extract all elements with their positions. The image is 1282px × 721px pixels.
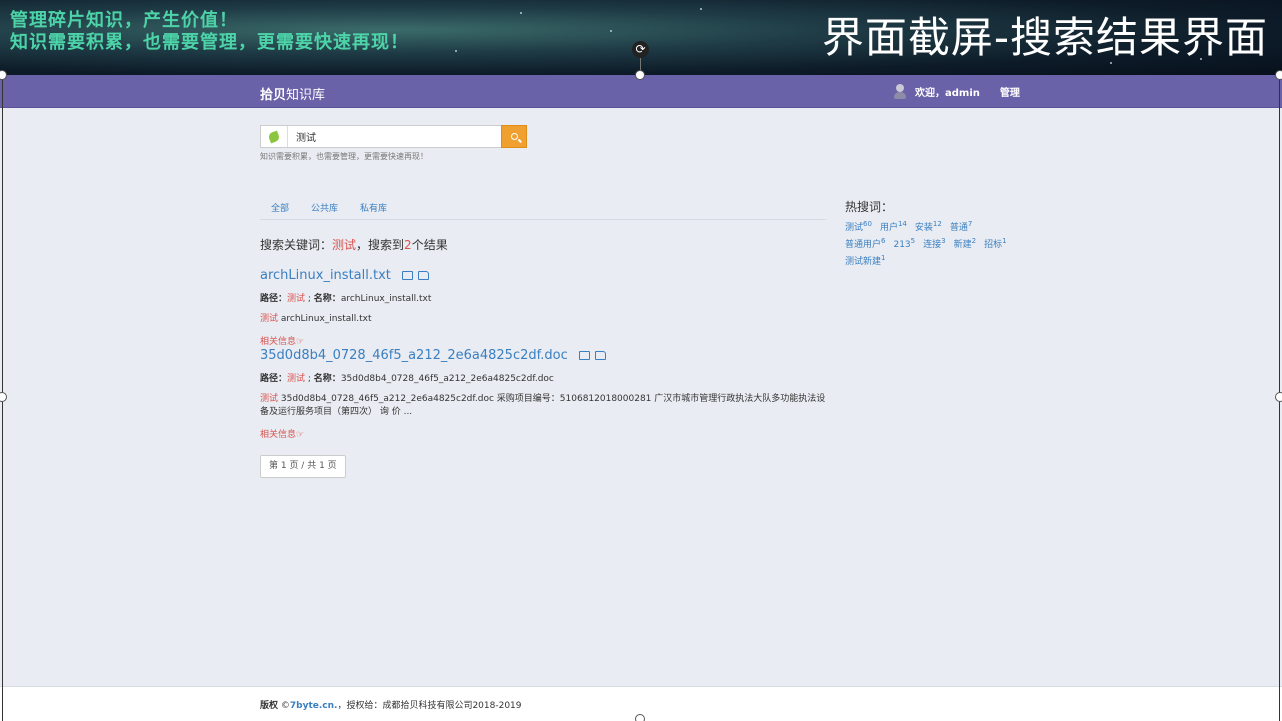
snippet-text: archLinux_install.txt bbox=[278, 314, 372, 324]
hot-word[interactable]: 新建2 bbox=[954, 237, 976, 250]
hot-word[interactable]: 测试新建1 bbox=[845, 254, 885, 267]
name-label: 名称： bbox=[313, 374, 341, 384]
path-label: 路径： bbox=[260, 374, 288, 384]
user-menu: 欢迎，admin 管理 bbox=[893, 83, 1020, 99]
site-link[interactable]: 7byte.cn. bbox=[290, 701, 338, 711]
path-label: 路径： bbox=[260, 294, 288, 304]
tab-all[interactable]: 全部 bbox=[260, 199, 300, 219]
slogan-line-2: 知识需要积累，也需要管理，更需要快速再现！ bbox=[10, 32, 409, 53]
folder-icon[interactable] bbox=[594, 351, 606, 360]
copyright-symbol: © bbox=[278, 701, 290, 711]
search-icon bbox=[510, 133, 518, 140]
hot-word[interactable]: 用户14 bbox=[880, 220, 907, 233]
copyright-label: 版权 bbox=[260, 701, 279, 711]
brand-rest: 知识库 bbox=[286, 88, 326, 103]
brand-link[interactable]: 拾贝知识库 bbox=[260, 84, 325, 103]
footer-copyright: 版权 ©7byte.cn.，授权给：成都拾贝科技有限公司2018-2019 bbox=[260, 698, 522, 711]
snippet-keyword: 测试 bbox=[260, 394, 279, 404]
path-value[interactable]: 测试 bbox=[287, 294, 305, 304]
result-item: 35d0d8b4_0728_46f5_a212_2e6a4825c2df.doc… bbox=[260, 348, 826, 440]
banner-title: 界面截屏-搜索结果界面 bbox=[821, 13, 1268, 62]
edit-icon[interactable] bbox=[578, 351, 590, 360]
resize-handle-top[interactable] bbox=[635, 70, 645, 80]
result-snippet: 测试 35d0d8b4_0728_46f5_a212_2e6a4825c2df.… bbox=[260, 393, 826, 419]
brand-bold: 拾贝 bbox=[260, 88, 287, 103]
avatar-icon bbox=[893, 83, 907, 99]
result-title-link[interactable]: archLinux_install.txt bbox=[260, 268, 391, 283]
search-input[interactable] bbox=[288, 126, 501, 147]
navbar: 拾贝知识库 欢迎，admin 管理 bbox=[0, 75, 1282, 108]
hot-word[interactable]: 普通7 bbox=[950, 220, 972, 233]
resize-handle-right[interactable] bbox=[1275, 392, 1282, 402]
hot-word[interactable]: 普通用户6 bbox=[845, 237, 885, 250]
snippet-text: 35d0d8b4_0728_46f5_a212_2e6a4825c2df.doc… bbox=[260, 394, 826, 417]
hot-words-title: 热搜词： bbox=[845, 200, 894, 214]
banner: 管理碎片知识，产生价值！ 知识需要积累，也需要管理，更需要快速再现！ 界面截屏-… bbox=[0, 0, 1282, 75]
snippet-keyword: 测试 bbox=[260, 314, 279, 324]
hand-pointer-icon: ☞ bbox=[296, 430, 305, 440]
hot-word[interactable]: 2135 bbox=[893, 237, 915, 250]
hot-words-list: 测试60 用户14 安装12 普通7 普通用户6 2135 连接3 新建2 招标1 测试新建1 bbox=[845, 218, 1045, 269]
hand-pointer-icon: ☞ bbox=[296, 337, 305, 347]
related-info-link[interactable]: 相关信息☞ bbox=[260, 427, 826, 440]
library-tabs: 全部 公共库 私有库 bbox=[260, 199, 826, 220]
tab-private[interactable]: 私有库 bbox=[349, 199, 398, 219]
welcome-user[interactable]: 欢迎，admin bbox=[915, 84, 980, 99]
hot-word[interactable]: 连接3 bbox=[923, 237, 945, 250]
related-info-link[interactable]: 相关信息☞ bbox=[260, 334, 826, 347]
path-value[interactable]: 测试 bbox=[287, 374, 305, 384]
related-info-label: 相关信息 bbox=[260, 337, 297, 347]
name-value: archLinux_install.txt bbox=[340, 294, 432, 304]
tab-public[interactable]: 公共库 bbox=[300, 199, 349, 219]
result-path: 路径：测试 ; 名称：archLinux_install.txt bbox=[260, 294, 432, 304]
search-bar bbox=[260, 125, 527, 148]
manage-link[interactable]: 管理 bbox=[1000, 84, 1020, 99]
summary-count: 2 bbox=[404, 238, 412, 252]
summary-prefix: 搜索关键词： bbox=[260, 238, 333, 252]
hot-word[interactable]: 招标1 bbox=[984, 237, 1006, 250]
license-text: ，授权给：成都拾贝科技有限公司2018-2019 bbox=[337, 701, 522, 711]
name-label: 名称： bbox=[313, 294, 341, 304]
search-button[interactable] bbox=[501, 125, 527, 148]
search-hint: 知识需要积累，也需要管理，更需要快速再现！ bbox=[260, 152, 428, 161]
leaf-logo-icon bbox=[261, 126, 288, 147]
hot-word[interactable]: 安装12 bbox=[915, 220, 942, 233]
result-title-link[interactable]: 35d0d8b4_0728_46f5_a212_2e6a4825c2df.doc bbox=[260, 348, 568, 363]
folder-icon[interactable] bbox=[417, 271, 429, 280]
resize-handle-top-right[interactable] bbox=[1275, 70, 1282, 80]
pagination[interactable]: 第 1 页 / 共 1 页 bbox=[260, 455, 346, 478]
result-snippet: 测试 archLinux_install.txt bbox=[260, 313, 826, 326]
search-summary: 搜索关键词：测试，搜索到2个结果 bbox=[260, 236, 448, 253]
related-info-label: 相关信息 bbox=[260, 430, 297, 440]
edit-icon[interactable] bbox=[401, 271, 413, 280]
resize-handle-bottom[interactable] bbox=[635, 714, 645, 721]
resize-handle-left[interactable] bbox=[0, 392, 7, 402]
hot-words-panel: 热搜词： 测试60 用户14 安装12 普通7 普通用户6 2135 连接3 新建2 招标1 … bbox=[845, 198, 1045, 269]
result-item: archLinux_install.txt 路径：测试 ; 名称：archLin… bbox=[260, 268, 826, 347]
result-path: 路径：测试 ; 名称：35d0d8b4_0728_46f5_a212_2e6a4… bbox=[260, 374, 554, 384]
summary-suffix: 个结果 bbox=[411, 238, 448, 252]
rotate-icon[interactable]: ⟳ bbox=[632, 41, 649, 58]
summary-middle: ，搜索到 bbox=[356, 238, 405, 252]
summary-keyword: 测试 bbox=[332, 238, 357, 252]
name-value: 35d0d8b4_0728_46f5_a212_2e6a4825c2df.doc bbox=[340, 374, 554, 384]
hot-word[interactable]: 测试60 bbox=[845, 220, 872, 233]
